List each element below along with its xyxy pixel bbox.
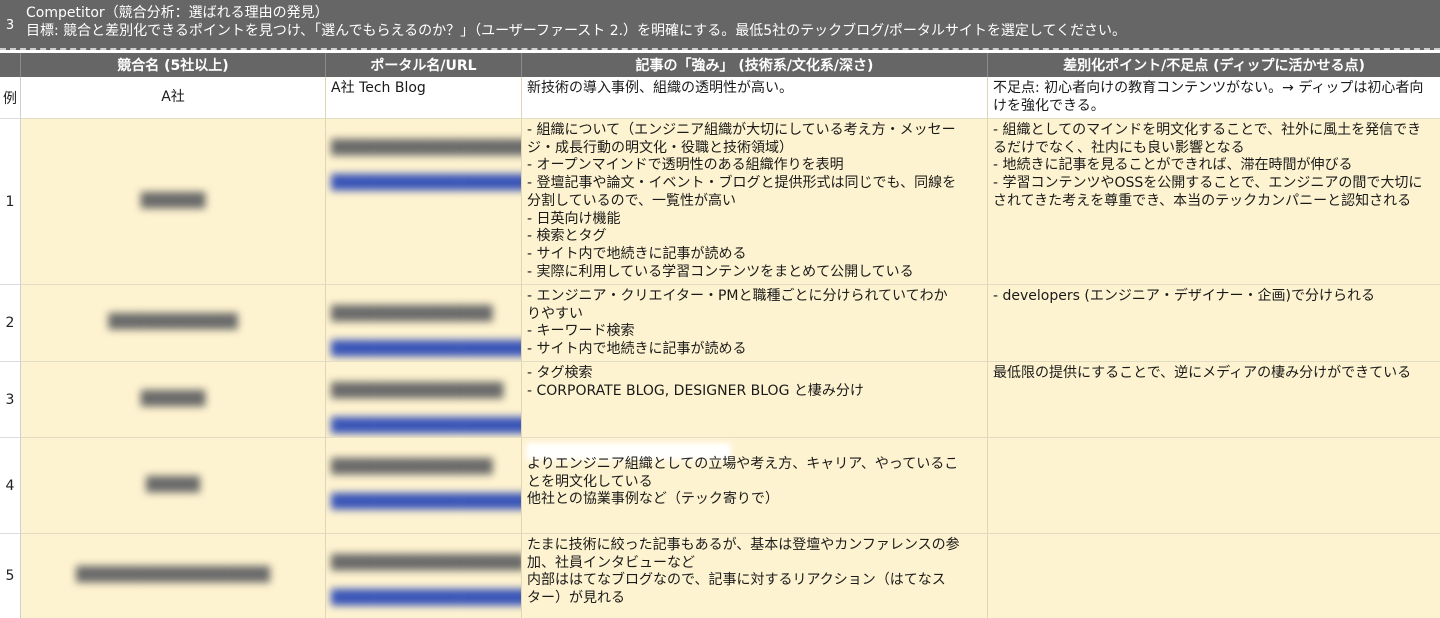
cell-portal[interactable]: A社 Tech Blog [326, 77, 522, 119]
row-number[interactable]: 例 [0, 77, 21, 119]
redacted-competitor-name: █████ [146, 476, 200, 493]
rownum-header [0, 53, 21, 77]
section-number: 3 [5, 17, 15, 33]
col-header-strengths[interactable]: 記事の「強み」 (技術系/文化系/深さ) [522, 53, 988, 77]
cell-portal[interactable]: ████████████████ ██████████████████████ [326, 362, 522, 438]
row-number[interactable]: 5 [0, 534, 21, 618]
redacted-portal-name: ███████████████ [331, 458, 493, 475]
cell-diff[interactable]: 最低限の提供にすることで、逆にメディアの棲み分けができている [988, 362, 1440, 438]
redacted-competitor-name: ██████████████████ [76, 567, 270, 584]
cell-portal[interactable]: ███████████████ ████████████████████████… [326, 285, 522, 362]
section-goal: 目標: 競合と差別化できるポイントを見つけ、「選んでもらえるのか？」（ユーザーフ… [26, 23, 1126, 39]
cell-diff[interactable] [988, 534, 1440, 618]
section-title: Competitor（競合分析：選ばれる理由の発見） [26, 5, 329, 21]
cell-competitor[interactable]: ██████████████████ [21, 534, 326, 618]
table-header: 競合名 (5社以上) ポータル名/URL 記事の「強み」 (技術系/文化系/深さ… [0, 53, 1440, 77]
cell-diff[interactable]: 不足点: 初心者向けの教育コンテンツがない。→ ディップは初心者向 けを強化でき… [988, 77, 1440, 119]
col-header-competitor[interactable]: 競合名 (5社以上) [21, 53, 326, 77]
cell-diff[interactable]: - developers (エンジニア・デザイナー・企画)で分けられる [988, 285, 1440, 362]
cell-competitor[interactable]: ██████ [21, 362, 326, 438]
redacted-portal-name: ██████████████████ [331, 554, 522, 571]
cell-strengths[interactable]: - 組織について（エンジニア組織が大切にしている考え方・メッセー ジ・成長行動の… [522, 119, 988, 285]
cell-portal[interactable]: ██████████████████ █████████████████████ [326, 534, 522, 618]
cell-competitor[interactable]: ██████ [21, 119, 326, 285]
redacted-portal-link[interactable]: ████████████████████████████ [331, 175, 521, 193]
redacted-portal-link[interactable]: █████████████████████ [331, 590, 521, 608]
redacted-portal-link[interactable]: ██████████████████████ [331, 418, 521, 436]
cell-portal[interactable]: ████████████████████ ███████████████████… [326, 119, 522, 285]
cell-strengths[interactable]: - エンジニア・クリエイター・PMと職種ごとに分けられていてわか りやすい - … [522, 285, 988, 362]
redacted-portal-name: ████████████████ [331, 382, 504, 399]
cell-portal[interactable]: ███████████████ ██████████████████████ [326, 438, 522, 534]
col-header-diff[interactable]: 差別化ポイント/不足点 (ディップに活かせる点) [988, 53, 1440, 77]
row-number[interactable]: 3 [0, 362, 21, 438]
redacted-competitor-name: ████████████ [108, 314, 238, 331]
redacted-portal-link[interactable]: █████████████████████████ [331, 341, 521, 359]
redacted-portal-name: ███████████████ [331, 305, 493, 322]
cell-strengths[interactable]: たまに技術に絞った記事もあるが、基本は登壇やカンファレンスの参 加、社員インタビ… [522, 534, 988, 618]
section-header: 3 Competitor（競合分析：選ばれる理由の発見） 目標: 競合と差別化で… [0, 0, 1440, 50]
cell-competitor[interactable]: █████ [21, 438, 326, 534]
cell-diff[interactable]: - 組織としてのマインドを明文化することで、社外に風土を発信でき るだけでなく、… [988, 119, 1440, 285]
cell-strengths[interactable]: - タグ検索 - CORPORATE BLOG, DESIGNER BLOG と… [522, 362, 988, 438]
redacted-competitor-name: ██████ [140, 390, 206, 407]
cell-competitor[interactable]: A社 [21, 77, 326, 119]
redacted-portal-name: ████████████████████ [331, 139, 521, 156]
row-number[interactable]: 4 [0, 438, 21, 534]
cell-strengths-text: よりエンジニア組織としての立場や考え方、キャリア、やっているこ とを明文化してい… [527, 456, 959, 508]
col-header-portal[interactable]: ポータル名/URL [326, 53, 522, 77]
cell-strengths[interactable]: よりエンジニア組織としての立場や考え方、キャリア、やっているこ とを明文化してい… [522, 438, 988, 534]
row-number[interactable]: 1 [0, 119, 21, 285]
cell-diff[interactable] [988, 438, 1440, 534]
cell-competitor[interactable]: ████████████ [21, 285, 326, 362]
cell-strengths[interactable]: 新技術の導入事例、組織の透明性が高い。 [522, 77, 988, 119]
redacted-competitor-name: ██████ [140, 192, 206, 209]
row-number[interactable]: 2 [0, 285, 21, 362]
redacted-portal-link[interactable]: ██████████████████████ [331, 494, 521, 512]
divider [0, 48, 1440, 50]
